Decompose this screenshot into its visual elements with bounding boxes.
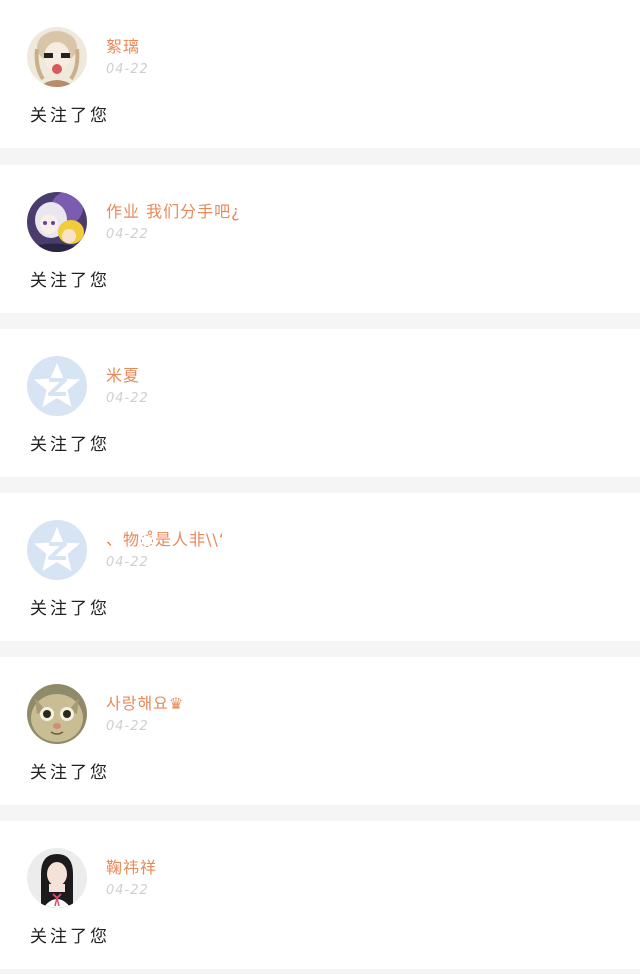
follow-notification-feed: 絮璃 04-22 关注了您 作业 我们分手吧¿ 04-22 关注了您 米夏 04… [0, 0, 640, 974]
notification-action-text: 关注了您 [30, 271, 110, 291]
username[interactable]: 絮璃 [106, 36, 140, 58]
notification-date: 04-22 [106, 62, 149, 77]
username[interactable]: 作业 我们分手吧¿ [106, 201, 241, 223]
notification-date: 04-22 [106, 719, 149, 734]
default-qzone-star-avatar[interactable] [27, 520, 87, 580]
notification-item[interactable]: 鞠祎祥 04-22 关注了您 [0, 821, 640, 969]
notification-item[interactable]: 絮璃 04-22 关注了您 [0, 0, 640, 148]
anime-girl-avatar[interactable] [27, 27, 87, 87]
username[interactable]: 사랑해요♛ [106, 693, 184, 715]
notification-action-text: 关注了您 [30, 763, 110, 783]
notification-item[interactable]: 米夏 04-22 关注了您 [0, 329, 640, 477]
default-qzone-star-avatar[interactable] [27, 356, 87, 416]
girl-photo-avatar[interactable] [27, 848, 87, 908]
notification-date: 04-22 [106, 391, 149, 406]
notification-action-text: 关注了您 [30, 435, 110, 455]
notification-date: 04-22 [106, 227, 149, 242]
notification-action-text: 关注了您 [30, 599, 110, 619]
notification-item[interactable]: 、物◌̊是人非\\‘ 04-22 关注了您 [0, 493, 640, 641]
username[interactable]: 鞠祎祥 [106, 857, 157, 879]
anime-characters-avatar[interactable] [27, 192, 87, 252]
notification-action-text: 关注了您 [30, 106, 110, 126]
notification-item[interactable]: 사랑해요♛ 04-22 关注了您 [0, 657, 640, 805]
notification-action-text: 关注了您 [30, 927, 110, 947]
username[interactable]: 米夏 [106, 365, 140, 387]
username[interactable]: 、物◌̊是人非\\‘ [106, 529, 225, 551]
notification-date: 04-22 [106, 883, 149, 898]
notification-date: 04-22 [106, 555, 149, 570]
notification-item[interactable]: 作业 我们分手吧¿ 04-22 关注了您 [0, 165, 640, 313]
cat-face-avatar[interactable] [27, 684, 87, 744]
